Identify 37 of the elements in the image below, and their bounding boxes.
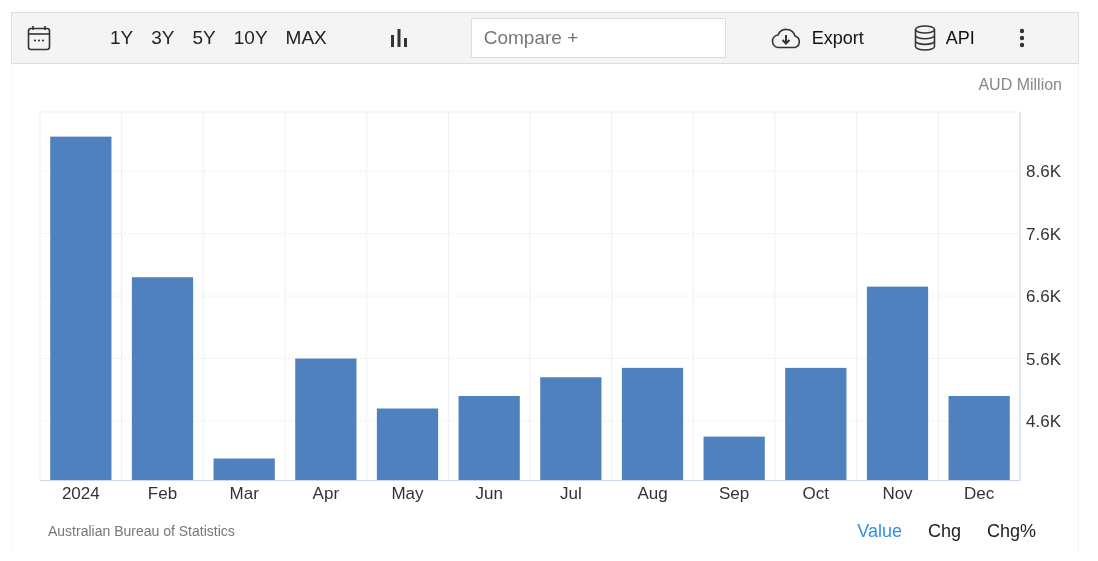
bar <box>703 436 765 480</box>
y-axis-label: 5.6K <box>1026 349 1061 369</box>
source-label: Australian Bureau of Statistics <box>48 523 235 539</box>
export-button[interactable]: Export <box>765 27 868 49</box>
x-axis-label: Jun <box>475 484 503 503</box>
x-axis-label: Oct <box>802 484 830 503</box>
x-axis-label: Nov <box>882 484 913 503</box>
x-axis-label: Jul <box>559 484 582 503</box>
x-axis-label: Apr <box>312 484 340 503</box>
calendar-icon[interactable] <box>27 25 51 51</box>
x-axis-label: 2024 <box>61 484 100 503</box>
x-axis-label: May <box>391 484 424 503</box>
y-axis-label: 7.6K <box>1026 224 1061 244</box>
cloud-download-icon <box>769 27 802 49</box>
unit-label: AUD Million <box>978 76 1062 94</box>
bar <box>376 408 439 480</box>
range-button[interactable]: 10Y <box>225 27 276 49</box>
range-button[interactable]: 5Y <box>184 27 224 49</box>
bar <box>213 458 275 480</box>
mode-tab[interactable]: Chg <box>921 520 967 542</box>
y-axis-label: 8.6K <box>1026 162 1061 181</box>
range-button[interactable]: 1Y <box>102 27 142 49</box>
x-axis-label: Aug <box>637 484 668 503</box>
y-axis-label: 4.6K <box>1026 412 1061 431</box>
x-axis-label: Dec <box>964 484 995 503</box>
mode-tab[interactable]: Chg% <box>980 520 1042 542</box>
api-button[interactable]: API <box>909 25 979 51</box>
x-axis-label: Sep <box>719 484 750 503</box>
compare-field[interactable]: Compare + <box>470 18 726 58</box>
y-axis-label: 6.6K <box>1026 287 1061 306</box>
range-button[interactable]: MAX <box>277 27 335 49</box>
x-axis-label: Feb <box>147 484 178 503</box>
database-icon <box>913 25 936 51</box>
more-options-icon[interactable] <box>1018 28 1025 48</box>
range-button[interactable]: 3Y <box>143 27 183 49</box>
x-axis-label: Mar <box>229 484 259 503</box>
bar-chart-icon[interactable] <box>389 29 408 47</box>
